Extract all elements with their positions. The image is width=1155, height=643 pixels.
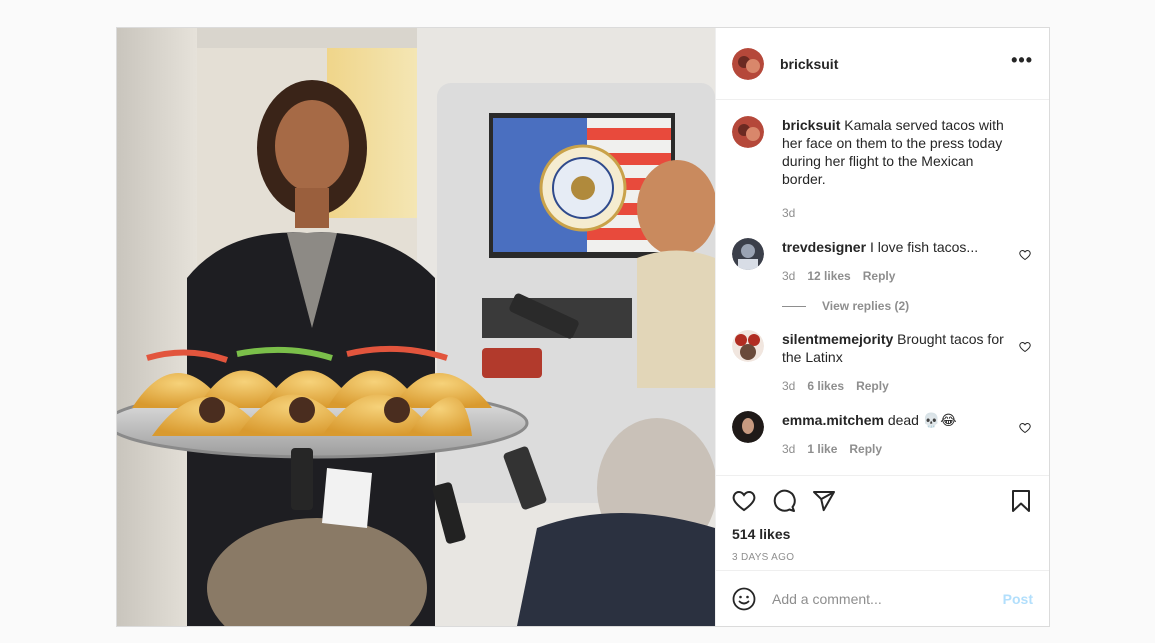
comment-time[interactable]: 3d bbox=[782, 267, 795, 285]
comment-text: dead 💀😂 bbox=[887, 412, 957, 428]
comment-body: emma.mitchem dead 💀😂 3d 1 like Reply bbox=[782, 411, 1033, 458]
comment-text: I love fish tacos... bbox=[869, 239, 979, 255]
likes-count[interactable]: 514 likes bbox=[732, 526, 1033, 542]
comment-username[interactable]: emma.mitchem bbox=[782, 412, 884, 428]
comment-username[interactable]: silentmemejority bbox=[782, 331, 893, 347]
comment-likes[interactable]: 12 likes bbox=[807, 267, 850, 285]
view-replies-label: View replies (2) bbox=[822, 299, 910, 313]
comment-likes[interactable]: 1 like bbox=[807, 440, 837, 458]
post-image[interactable] bbox=[117, 28, 715, 626]
reply-button[interactable]: Reply bbox=[849, 440, 882, 458]
comment-likes[interactable]: 6 likes bbox=[807, 377, 844, 395]
caption-username[interactable]: bricksuit bbox=[782, 117, 840, 133]
comment-body: silentmemejority Brought tacos for the L… bbox=[782, 330, 1033, 395]
post-time[interactable]: 3 DAYS AGO bbox=[732, 552, 1033, 563]
avatar[interactable] bbox=[732, 47, 764, 80]
post-photo bbox=[117, 28, 715, 626]
heart-icon[interactable] bbox=[1019, 340, 1031, 356]
heart-icon[interactable] bbox=[1019, 248, 1031, 264]
caption-meta: 3d bbox=[782, 204, 1009, 222]
post-card: bricksuit ••• bricksuit Kamala served ta… bbox=[116, 27, 1050, 627]
reply-button[interactable]: Reply bbox=[856, 377, 889, 395]
comment-avatar[interactable] bbox=[732, 330, 764, 362]
caption: bricksuit Kamala served tacos with her f… bbox=[732, 116, 1033, 222]
comment-username[interactable]: trevdesigner bbox=[782, 239, 866, 255]
post-username[interactable]: bricksuit bbox=[780, 56, 1011, 72]
post-button[interactable]: Post bbox=[1003, 591, 1033, 607]
list-item: trevdesigner I love fish tacos... 3d 12 … bbox=[732, 238, 1033, 285]
share-send-icon[interactable] bbox=[812, 489, 836, 513]
comment-meta: 3d 6 likes Reply bbox=[782, 377, 1009, 395]
caption-avatar[interactable] bbox=[732, 116, 764, 148]
list-item: silentmemejority Brought tacos for the L… bbox=[732, 330, 1033, 395]
caption-body: bricksuit Kamala served tacos with her f… bbox=[782, 116, 1033, 222]
post-sidebar: bricksuit ••• bricksuit Kamala served ta… bbox=[715, 28, 1049, 626]
caption-time[interactable]: 3d bbox=[782, 204, 795, 222]
comment-meta: 3d 12 likes Reply bbox=[782, 267, 1009, 285]
comment-bubble-icon[interactable] bbox=[772, 489, 796, 513]
ellipsis-icon[interactable]: ••• bbox=[1011, 51, 1033, 73]
reply-button[interactable]: Reply bbox=[863, 267, 896, 285]
like-heart-icon[interactable] bbox=[732, 489, 756, 513]
heart-icon[interactable] bbox=[1019, 421, 1031, 437]
comment-avatar[interactable] bbox=[732, 238, 764, 270]
action-bar bbox=[732, 486, 1033, 516]
comment-time[interactable]: 3d bbox=[782, 377, 795, 395]
comment-meta: 3d 1 like Reply bbox=[782, 440, 1009, 458]
emoji-icon[interactable] bbox=[732, 587, 756, 611]
post-actions: 514 likes 3 DAYS AGO bbox=[716, 475, 1049, 570]
comment-body: trevdesigner I love fish tacos... 3d 12 … bbox=[782, 238, 1033, 285]
comment-avatar[interactable] bbox=[732, 411, 764, 443]
comment-input[interactable] bbox=[772, 590, 1003, 607]
view-replies-button[interactable]: View replies (2) bbox=[782, 299, 1033, 313]
bookmark-icon[interactable] bbox=[1009, 489, 1033, 513]
add-comment-bar: Post bbox=[716, 570, 1049, 626]
list-item: emma.mitchem dead 💀😂 3d 1 like Reply bbox=[732, 411, 1033, 458]
comment-time[interactable]: 3d bbox=[782, 440, 795, 458]
post-header: bricksuit ••• bbox=[716, 28, 1049, 100]
divider bbox=[782, 305, 806, 307]
comments-list: bricksuit Kamala served tacos with her f… bbox=[716, 100, 1049, 475]
